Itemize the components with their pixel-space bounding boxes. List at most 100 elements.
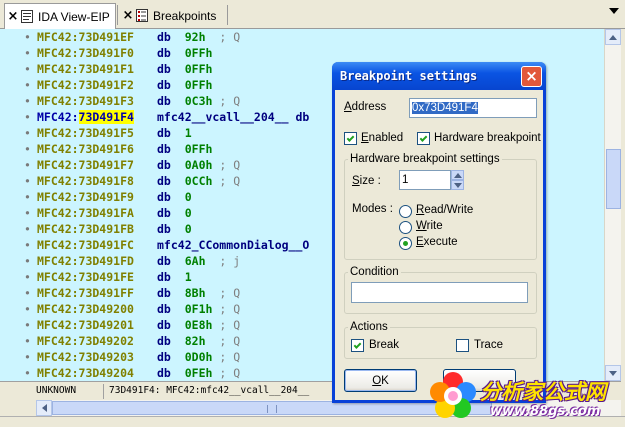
row-comment: ; Q xyxy=(219,318,241,332)
row-bullet: • xyxy=(24,334,31,348)
row-address[interactable]: MFC42:73D49201 xyxy=(37,317,134,333)
checkmark-icon xyxy=(419,133,428,142)
scroll-left-button[interactable] xyxy=(36,400,52,416)
watermark-url: www.88gs.com xyxy=(490,404,601,419)
hardware-breakpoint-checkbox[interactable] xyxy=(417,132,430,145)
row-bullet: • xyxy=(24,270,31,284)
enabled-checkbox[interactable] xyxy=(344,132,357,145)
execute-label: Execute xyxy=(416,236,458,248)
tab-label: Breakpoints xyxy=(153,8,217,23)
row-operand: 0CCh xyxy=(184,174,213,188)
row-operand: 1 xyxy=(184,270,192,284)
row-bullet: • xyxy=(24,142,31,156)
row-comment: ; Q xyxy=(219,350,241,364)
row-bullet: • xyxy=(24,94,31,108)
site-watermark: 分析家公式网 www.88gs.com xyxy=(426,368,622,424)
condition-input[interactable] xyxy=(351,282,528,303)
row-address[interactable]: MFC42:73D491FD xyxy=(37,253,134,269)
scroll-thumb[interactable] xyxy=(606,149,621,209)
ok-button[interactable]: OK xyxy=(344,369,417,392)
row-comment: ; Q xyxy=(219,286,241,300)
row-address[interactable]: MFC42:73D491F7 xyxy=(37,157,134,173)
row-bullet: • xyxy=(24,238,31,252)
row-address[interactable]: MFC42:73D491EF xyxy=(37,29,134,45)
tab-close-icon[interactable]: × xyxy=(120,8,136,23)
radio-write[interactable] xyxy=(399,221,412,234)
ida-view-icon xyxy=(21,10,33,23)
tab-ida-view-eip[interactable]: × IDA View-EIP xyxy=(4,3,116,29)
row-address[interactable]: MFC42:73D491F1 xyxy=(37,61,134,77)
row-instruction: db 0FEh ; Q xyxy=(157,366,241,380)
tab-breakpoints[interactable]: × Breakpoints xyxy=(120,3,226,28)
row-operand: 0E8h xyxy=(184,318,213,332)
row-address[interactable]: MFC42:73D491F4 xyxy=(37,109,134,125)
row-comment: ; Q xyxy=(219,30,241,44)
row-bullet: • xyxy=(24,110,31,124)
row-address[interactable]: MFC42:73D491FA xyxy=(37,205,134,221)
row-address[interactable]: MFC42:73D491FC xyxy=(37,237,134,253)
row-comment: ; Q xyxy=(219,94,241,108)
disasm-row[interactable]: • MFC42:73D491EF db 92h ; Q xyxy=(0,29,604,45)
row-address[interactable]: MFC42:73D491F3 xyxy=(37,93,134,109)
row-address[interactable]: MFC42:73D491F0 xyxy=(37,45,134,61)
row-instruction: db 0 xyxy=(157,206,192,220)
address-label: Address xyxy=(344,101,387,113)
row-operand: 6Ah xyxy=(184,254,206,268)
size-spinner[interactable] xyxy=(451,170,464,190)
row-operand: 0FFh xyxy=(184,142,213,156)
row-address[interactable]: MFC42:73D491FE xyxy=(37,269,134,285)
row-instruction: db 8Bh ; Q xyxy=(157,286,241,300)
row-bullet: • xyxy=(24,126,31,140)
radio-read-write[interactable] xyxy=(399,205,412,218)
break-checkbox[interactable] xyxy=(351,339,364,352)
row-address[interactable]: MFC42:73D491FB xyxy=(37,221,134,237)
row-address[interactable]: MFC42:73D491F9 xyxy=(37,189,134,205)
row-bullet: • xyxy=(24,30,31,44)
row-instruction: db 0D0h ; Q xyxy=(157,350,241,364)
row-bullet: • xyxy=(24,350,31,364)
dialog-title-bar[interactable]: Breakpoint settings × xyxy=(332,62,546,90)
break-label: Break xyxy=(369,339,400,351)
row-comment: ; j xyxy=(219,254,241,268)
row-address[interactable]: MFC42:73D49202 xyxy=(37,333,134,349)
row-instruction: db 0C3h ; Q xyxy=(157,94,241,108)
row-address[interactable]: MFC42:73D491F5 xyxy=(37,125,134,141)
row-bullet: • xyxy=(24,366,31,380)
tab-close-icon[interactable]: × xyxy=(5,9,21,24)
spin-up-button[interactable] xyxy=(451,170,464,180)
size-input[interactable]: 1 xyxy=(399,170,451,190)
row-address[interactable]: MFC42:73D491FF xyxy=(37,285,134,301)
chevron-down-icon[interactable] xyxy=(609,8,619,14)
arrow-up-icon xyxy=(609,34,617,40)
close-icon: × xyxy=(525,67,538,85)
scroll-up-button[interactable] xyxy=(605,29,621,45)
trace-checkbox[interactable] xyxy=(456,339,469,352)
row-address[interactable]: MFC42:73D491F8 xyxy=(37,173,134,189)
close-button[interactable]: × xyxy=(521,66,542,87)
row-address[interactable]: MFC42:73D49203 xyxy=(37,349,134,365)
size-value: 1 xyxy=(402,174,409,186)
row-bullet: • xyxy=(24,78,31,92)
row-bullet: • xyxy=(24,254,31,268)
row-operand: 92h xyxy=(184,30,206,44)
size-label: Size : xyxy=(352,175,381,187)
address-input[interactable]: 0x73D491F4 xyxy=(409,98,537,118)
row-instruction: db 0FFh xyxy=(157,62,213,76)
vertical-scrollbar[interactable] xyxy=(604,29,621,381)
tab-bar: × IDA View-EIP × Breakpoints xyxy=(0,0,625,29)
row-address[interactable]: MFC42:73D49204 xyxy=(37,365,134,381)
row-comment: ; Q xyxy=(219,334,241,348)
hardware-breakpoint-label: Hardware breakpoint xyxy=(434,132,541,144)
spin-down-button[interactable] xyxy=(451,180,464,190)
row-address[interactable]: MFC42:73D491F6 xyxy=(37,141,134,157)
radio-execute[interactable] xyxy=(399,237,412,250)
disasm-row[interactable]: • MFC42:73D491F0 db 0FFh xyxy=(0,45,604,61)
row-address[interactable]: MFC42:73D49200 xyxy=(37,301,134,317)
row-operand: 0D0h xyxy=(184,350,213,364)
row-instruction: db 6Ah ; j xyxy=(157,254,241,268)
row-address[interactable]: MFC42:73D491F2 xyxy=(37,77,134,93)
row-instruction: db 1 xyxy=(157,126,192,140)
row-operand: 0C3h xyxy=(184,94,213,108)
hardware-settings-title: Hardware breakpoint settings xyxy=(348,153,502,165)
row-bullet: • xyxy=(24,62,31,76)
